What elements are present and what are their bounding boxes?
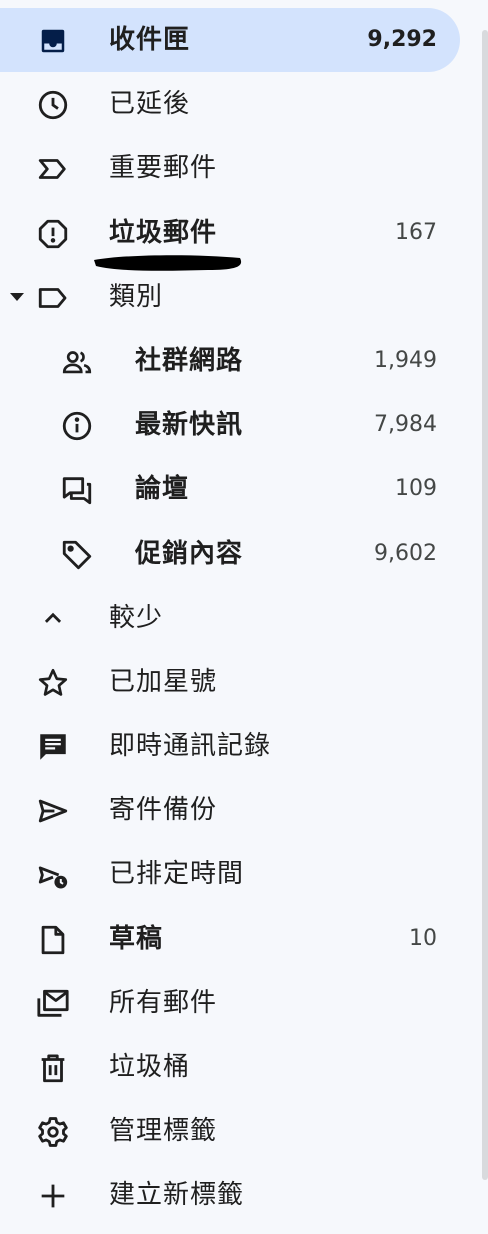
schedule-send-icon (36, 858, 70, 892)
nav-item-trash[interactable]: 垃圾桶 (0, 1035, 488, 1099)
nav-label-drafts: 草稿 (109, 923, 164, 954)
nav-item-all-mail[interactable]: 所有郵件 (0, 971, 488, 1035)
nav-label-chats: 即時通訊記錄 (109, 731, 272, 762)
nav-label-trash: 垃圾桶 (109, 1052, 191, 1082)
nav-item-scheduled[interactable]: 已排定時間 (0, 842, 488, 906)
nav-item-important[interactable]: 重要郵件 (0, 136, 488, 200)
nav-item-inbox[interactable]: 收件匣 9,292 (0, 8, 488, 73)
nav-label-important: 重要郵件 (109, 153, 218, 184)
spam-count: 167 (395, 219, 437, 245)
navigation-list: 收件匣 9,292 已延後 重要郵件 垃圾郵件 167 類別 社群網路 1,94… (0, 8, 488, 1228)
nav-item-chats[interactable]: 即時通訊記錄 (0, 714, 488, 778)
redaction-scribble (94, 255, 242, 271)
report-icon (36, 217, 70, 251)
people-icon (60, 345, 94, 379)
nav-label-sent: 寄件備份 (109, 795, 218, 826)
nav-label-social: 社群網路 (135, 345, 244, 376)
nav-label-updates: 最新快訊 (135, 410, 244, 441)
social-count: 1,949 (374, 347, 437, 373)
nav-item-sent[interactable]: 寄件備份 (0, 778, 488, 842)
nav-label-starred: 已加星號 (109, 666, 218, 697)
chat-icon (36, 730, 70, 764)
nav-label-create-label: 建立新標籤 (109, 1180, 245, 1211)
nav-item-starred[interactable]: 已加星號 (0, 650, 488, 714)
nav-item-less[interactable]: 較少 (0, 586, 488, 650)
nav-label-inbox: 收件匣 (109, 25, 191, 55)
nav-item-snoozed[interactable]: 已延後 (0, 72, 488, 136)
send-icon (36, 794, 70, 828)
tag-icon (60, 538, 94, 572)
nav-label-less: 較少 (109, 602, 164, 633)
expand-caret-icon[interactable] (10, 292, 24, 301)
nav-item-promotions[interactable]: 促銷內容 9,602 (0, 522, 488, 586)
nav-item-create-label[interactable]: 建立新標籤 (0, 1163, 488, 1227)
nav-label-forums: 論壇 (135, 474, 190, 505)
nav-item-forums[interactable]: 論壇 109 (0, 457, 488, 521)
nav-item-updates[interactable]: 最新快訊 7,984 (0, 393, 488, 457)
nav-label-scheduled: 已排定時間 (109, 859, 245, 890)
scrollbar[interactable] (482, 30, 488, 1180)
info-icon (60, 409, 94, 443)
nav-label-manage-labels: 管理標籤 (109, 1116, 218, 1147)
forums-count: 109 (395, 476, 437, 502)
trash-icon (36, 1051, 70, 1085)
drafts-count: 10 (409, 925, 437, 951)
nav-label-all-mail: 所有郵件 (109, 987, 218, 1018)
label-important-icon (36, 152, 70, 186)
nav-label-snoozed: 已延後 (109, 89, 191, 120)
promotions-count: 9,602 (374, 540, 437, 566)
inbox-icon (36, 24, 70, 58)
clock-icon (36, 88, 70, 122)
nav-item-manage-labels[interactable]: 管理標籤 (0, 1099, 488, 1163)
inbox-count: 9,292 (367, 27, 437, 52)
nav-label-promotions: 促銷內容 (135, 538, 244, 569)
updates-count: 7,984 (374, 412, 437, 438)
nav-item-social[interactable]: 社群網路 1,949 (0, 329, 488, 393)
all-mail-icon (36, 987, 70, 1021)
star-icon (36, 666, 70, 700)
plus-icon (36, 1179, 70, 1213)
forum-icon (60, 473, 94, 507)
chevron-up-icon (36, 602, 70, 636)
nav-item-drafts[interactable]: 草稿 10 (0, 907, 488, 971)
gear-icon (36, 1115, 70, 1149)
label-outline-icon (36, 281, 70, 315)
draft-icon (36, 923, 70, 957)
